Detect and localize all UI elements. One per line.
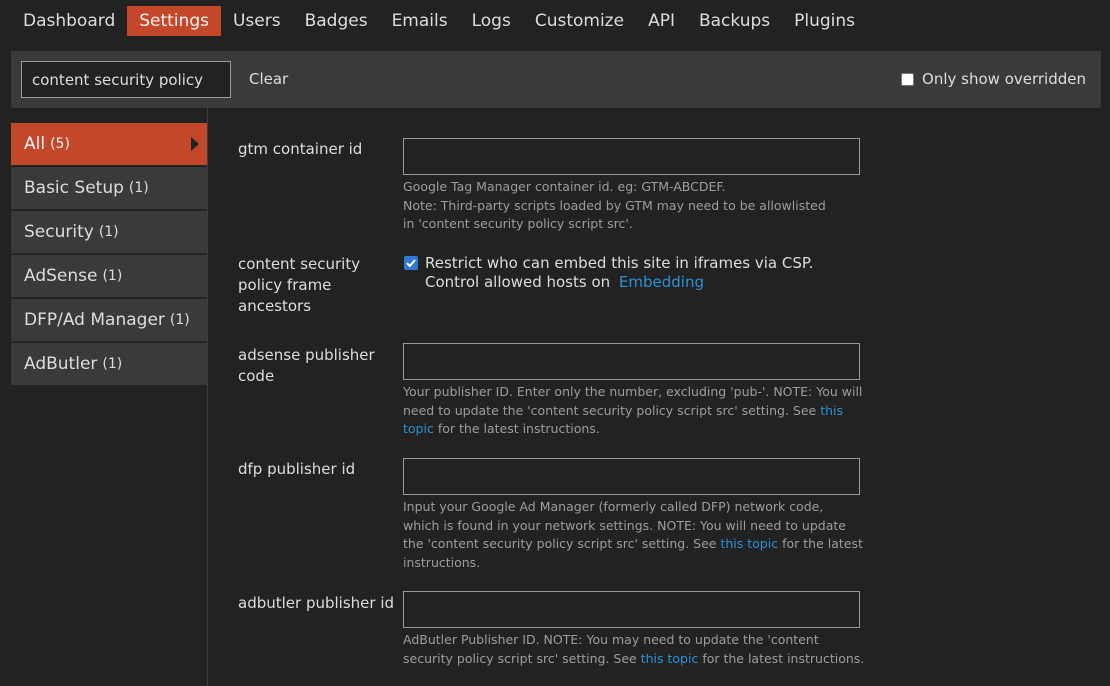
dfp-this-topic-link[interactable]: this topic xyxy=(720,536,778,551)
adsense-publisher-code-description: Your publisher ID. Enter only the number… xyxy=(403,383,863,439)
gtm-container-id-description: Google Tag Manager container id. eg: GTM… xyxy=(403,178,873,234)
sidebar-item-adbutler[interactable]: AdButler (1) xyxy=(11,343,207,386)
sidebar-item-count: (1) xyxy=(98,224,119,240)
settings-filter-bar: Clear Only show overridden xyxy=(11,51,1101,108)
adsense-publisher-code-label: adsense publisher code xyxy=(238,346,375,385)
gtm-description-line1: Google Tag Manager container id. eg: GTM… xyxy=(403,179,726,194)
adbutler-description-suffix: for the latest instructions. xyxy=(702,650,865,666)
gtm-container-id-input[interactable] xyxy=(403,138,860,175)
category-sidebar: All (5) Basic Setup (1) Security (1) AdS… xyxy=(11,108,208,686)
adbutler-publisher-id-label: adbutler publisher id xyxy=(238,594,395,612)
nav-backups[interactable]: Backups xyxy=(687,6,782,36)
gtm-container-id-label: gtm container id xyxy=(238,140,363,158)
sidebar-item-count: (1) xyxy=(102,356,123,372)
caret-right-icon xyxy=(191,137,199,151)
sidebar-item-count: (1) xyxy=(102,268,123,284)
only-overridden-label: Only show overridden xyxy=(922,70,1086,88)
sidebar-item-count: (1) xyxy=(169,312,190,328)
admin-nav: Dashboard Settings Users Badges Emails L… xyxy=(11,6,867,36)
sidebar-item-label: DFP/Ad Manager xyxy=(24,310,165,330)
dfp-publisher-id-input[interactable] xyxy=(403,458,860,495)
sidebar-item-dfp-ad-manager[interactable]: DFP/Ad Manager (1) xyxy=(11,299,207,342)
nav-users[interactable]: Users xyxy=(221,6,293,36)
clear-button[interactable]: Clear xyxy=(249,70,288,88)
nav-dashboard[interactable]: Dashboard xyxy=(11,6,127,36)
sidebar-item-label: AdButler xyxy=(24,354,98,374)
sidebar-item-adsense[interactable]: AdSense (1) xyxy=(11,255,207,298)
sidebar-item-label: Basic Setup xyxy=(24,178,124,198)
settings-search-input[interactable] xyxy=(21,61,231,98)
sidebar-item-all[interactable]: All (5) xyxy=(11,123,207,166)
dfp-publisher-id-label: dfp publisher id xyxy=(238,460,356,478)
gtm-description-line2: Note: Third-party scripts loaded by GTM … xyxy=(403,197,826,232)
sidebar-item-basic-setup[interactable]: Basic Setup (1) xyxy=(11,167,207,210)
nav-emails[interactable]: Emails xyxy=(380,6,460,36)
sidebar-item-count: (1) xyxy=(128,180,149,196)
checkmark-icon xyxy=(406,259,416,268)
adbutler-this-topic-link[interactable]: this topic xyxy=(641,651,699,666)
only-overridden-toggle[interactable]: Only show overridden xyxy=(901,70,1086,88)
csp-frame-ancestors-checkbox[interactable] xyxy=(404,256,418,270)
nav-api[interactable]: API xyxy=(636,6,687,36)
sidebar-item-security[interactable]: Security (1) xyxy=(11,211,207,254)
embedding-link[interactable]: Embedding xyxy=(619,273,704,291)
nav-customize[interactable]: Customize xyxy=(523,6,636,36)
nav-plugins[interactable]: Plugins xyxy=(782,6,867,36)
adsense-publisher-code-input[interactable] xyxy=(403,343,860,380)
nav-settings[interactable]: Settings xyxy=(127,6,221,36)
adbutler-publisher-id-description: AdButler Publisher ID. NOTE: You may nee… xyxy=(403,631,868,668)
nav-badges[interactable]: Badges xyxy=(293,6,380,36)
adsense-description-suffix: for the latest instructions. xyxy=(437,421,600,436)
sidebar-item-label: All xyxy=(24,134,46,154)
adsense-description-text: Your publisher ID. Enter only the number… xyxy=(403,384,863,418)
nav-logs[interactable]: Logs xyxy=(460,6,523,36)
only-overridden-checkbox[interactable] xyxy=(901,72,915,86)
sidebar-item-label: Security xyxy=(24,222,94,242)
sidebar-item-count: (5) xyxy=(50,136,70,152)
adbutler-publisher-id-input[interactable] xyxy=(403,591,860,628)
dfp-description-text: Input your Google Ad Manager (formerly c… xyxy=(403,499,846,551)
dfp-publisher-id-description: Input your Google Ad Manager (formerly c… xyxy=(403,498,863,572)
sidebar-item-label: AdSense xyxy=(24,266,98,286)
csp-frame-ancestors-setting: Restrict who can embed this site in ifra… xyxy=(403,254,863,292)
csp-frame-ancestors-label: content security policy frame ancestors xyxy=(238,255,361,315)
